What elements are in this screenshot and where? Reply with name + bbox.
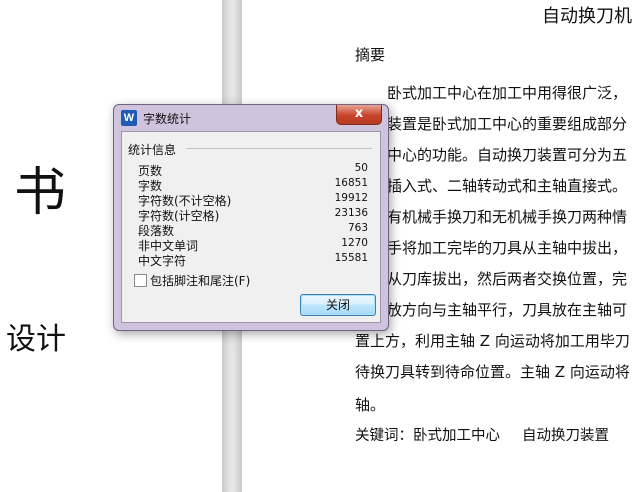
stat-row: 字符数(不计空格) 19912 [138,192,368,208]
include-footnotes-checkbox[interactable] [134,274,147,287]
dialog-body: 统计信息 页数 50 字数 16851 字符数(不计空格) 19912 字符数(… [121,131,381,323]
stat-value: 23136 [334,207,368,219]
stat-row: 字符数(计空格) 23136 [138,207,368,223]
stat-row: 段落数 763 [138,222,368,238]
dialog-titlebar[interactable]: W 字数统计 x [114,105,388,131]
stat-value: 50 [354,162,368,174]
stat-row: 字数 16851 [138,177,368,193]
body-line: 待换刀具转到待命位置。主轴 Z 向运动将 [355,363,630,381]
dialog-title: 字数统计 [143,112,192,126]
body-line: 轴。 [355,396,386,414]
body-line: 手将加工完毕的刀具从主轴中拔出， [387,239,628,257]
cover-character: 书 [14,163,67,223]
body-line: 放方向与主轴平行，刀具放在主轴可 [387,301,628,319]
stat-value: 1270 [341,237,368,249]
body-line: 中心的功能。自动换刀装置可分为五 [387,146,628,164]
keywords-label: 关键词：卧式加工中心 [355,428,500,444]
document-title: 自动换刀机 [542,6,632,27]
body-line: 置上方，利用主轴 Z 向运动将加工用毕刀 [355,332,630,350]
body-line: 装置是卧式加工中心的重要组成部分 [387,115,628,133]
close-icon[interactable]: x [336,105,382,125]
stat-row: 页数 50 [138,162,368,178]
include-footnotes-label[interactable]: 包括脚注和尾注(F) [150,272,250,289]
stat-value: 19912 [334,192,368,204]
body-line: 插入式、二轴转动式和主轴直接式。 [387,177,628,195]
group-divider [186,148,372,149]
stat-value: 763 [347,222,368,234]
keywords-line: 关键词：卧式加工中心 自动换刀装置 [355,424,609,445]
keyword-item: 自动换刀装置 [522,428,609,444]
body-line: 卧式加工中心在加工中用得很广泛， [387,84,628,102]
stat-label: 中文字符 [138,254,187,268]
abstract-heading: 摘要 [355,46,386,64]
stats-group-label: 统计信息 [128,143,177,157]
stat-row: 中文字符 15581 [138,252,368,268]
cover-design-text: 设计 [6,322,66,357]
body-line: 从刀库拔出，然后两者交换位置，完 [387,270,628,288]
close-button[interactable]: 关闭 [300,294,376,316]
stat-value: 16851 [334,177,368,189]
word-count-dialog: W 字数统计 x 统计信息 页数 50 字数 16851 字符数(不计空格) 1… [113,104,389,331]
body-line: 有机械手换刀和无机械手换刀两种情 [387,208,628,226]
stat-row: 非中文单词 1270 [138,237,368,253]
stat-value: 15581 [334,252,368,264]
wps-app-icon: W [121,110,137,126]
